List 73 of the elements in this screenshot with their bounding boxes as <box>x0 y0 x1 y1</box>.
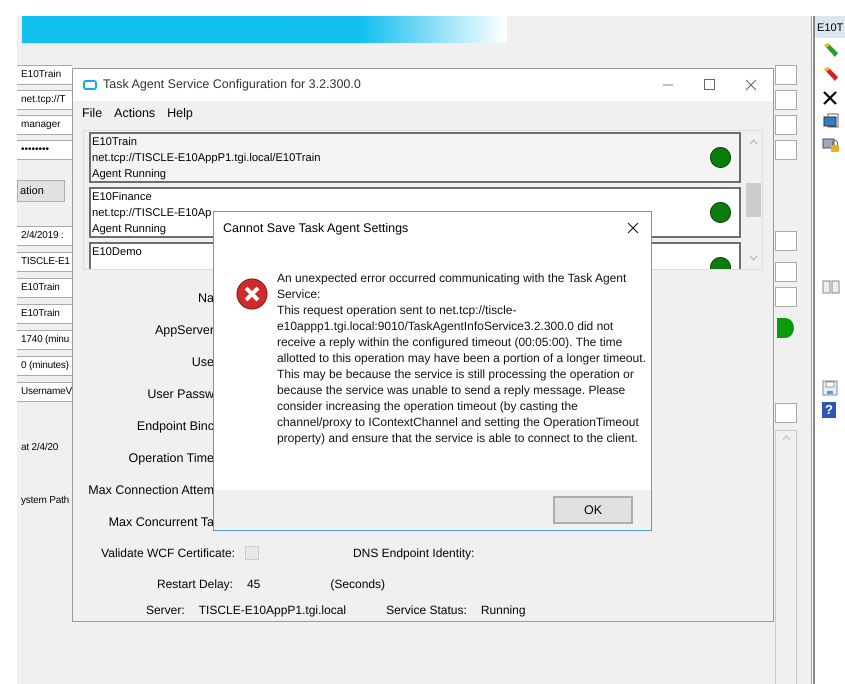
text-field[interactable]: TISCLE-E1 <box>17 252 72 272</box>
unit-label: (Seconds) <box>330 576 386 592</box>
partial-button[interactable]: ation <box>17 180 65 202</box>
dialog-title: Cannot Save Task Agent Settings <box>223 220 408 237</box>
text-field[interactable] <box>775 287 797 307</box>
agent-address: net.tcp://TISCLE-E10AppP1.tgi.local/E10Train <box>92 151 320 166</box>
window-title: Task Agent Service Configuration for 3.2.300.0 <box>103 76 361 94</box>
text-field[interactable] <box>775 231 797 251</box>
field-label: Server: <box>146 602 185 620</box>
info-text: ystem Path <box>20 494 70 508</box>
info-text: at 2/4/20 <box>20 441 60 455</box>
text-field[interactable] <box>775 115 797 135</box>
help-icon[interactable]: ? <box>822 402 836 418</box>
delete-icon[interactable] <box>822 90 838 106</box>
app-icon <box>83 80 97 90</box>
text-field[interactable]: 2/4/2019 : <box>17 226 72 246</box>
field-label: User Passw <box>147 386 214 403</box>
text-field[interactable] <box>775 140 797 160</box>
agent-name: E10Finance <box>92 190 152 206</box>
field-label: Operation Time <box>128 450 214 467</box>
scroll-down-icon[interactable] <box>749 254 758 261</box>
book-icon[interactable] <box>822 280 840 294</box>
scroll-up-icon[interactable] <box>749 139 758 146</box>
agent-item[interactable]: E10Train net.tcp://TISCLE-E10AppP1.tgi.local/E10Train Agent Running <box>89 132 741 184</box>
field-value: TISCLE-E10AppP1.tgi.local <box>198 602 346 620</box>
close-icon[interactable] <box>627 222 639 234</box>
agent-name: E10Train <box>92 135 137 150</box>
scroll-thumb[interactable] <box>746 183 761 218</box>
field-label: Endpoint Binc <box>136 418 214 435</box>
menu-item[interactable]: Actions <box>113 104 156 130</box>
monitor-icon[interactable] <box>822 112 840 130</box>
field-label: Max Connection Attem <box>88 482 214 499</box>
text-field[interactable]: •••••••• <box>17 140 72 160</box>
field-label: Restart Delay: <box>156 576 233 592</box>
menu-item[interactable]: Help <box>166 104 194 130</box>
agent-address: net.tcp://TISCLE-E10Ap <box>92 206 212 222</box>
save-icon[interactable] <box>822 380 838 396</box>
field-label: Na <box>198 290 214 307</box>
field-label: Use <box>192 354 214 371</box>
text-field[interactable]: manager <box>17 115 72 135</box>
field-label: AppServer <box>154 322 214 339</box>
text-field[interactable]: 0 (minutes) <box>17 356 72 376</box>
scroll-up-icon[interactable] <box>782 435 790 441</box>
field-label: DNS Endpoint Identity: <box>353 544 474 562</box>
text-field[interactable]: UsernameV <box>17 382 72 402</box>
field-value: Running <box>480 602 526 620</box>
text-field[interactable]: E10Train <box>17 278 72 298</box>
menu-item[interactable]: File <box>81 104 104 130</box>
maximize-icon[interactable] <box>704 79 715 90</box>
field-label: Validate WCF Certificate: <box>100 544 235 562</box>
text-field[interactable]: E10Train <box>17 65 72 85</box>
error-icon <box>236 278 268 310</box>
text-field[interactable]: 1740 (minu <box>17 330 72 350</box>
field-label: Max Concurrent Ta <box>108 514 214 531</box>
error-message: An unexpected error occurred communicating with the Task Agent Service: <box>277 270 628 302</box>
agent-status: Agent Running <box>92 167 166 182</box>
ok-button[interactable]: OK <box>553 496 633 524</box>
agent-name: E10Demo <box>92 245 142 260</box>
text-field[interactable] <box>775 262 797 282</box>
agent-status: Agent Running <box>92 222 166 238</box>
text-field[interactable]: E10Train <box>17 304 72 324</box>
monitor-lock-icon[interactable] <box>822 136 840 154</box>
panel-header: E10T <box>815 16 845 38</box>
status-blob-icon <box>777 318 795 338</box>
text-field[interactable] <box>775 90 797 110</box>
scrollbar[interactable] <box>775 430 797 684</box>
text-field[interactable] <box>775 65 797 85</box>
text-field[interactable] <box>775 403 797 423</box>
field-value: 45 <box>247 576 260 592</box>
field-label: Service Status: <box>386 602 467 620</box>
text-field[interactable]: net.tcp://T <box>17 90 72 110</box>
checkbox[interactable] <box>245 546 259 560</box>
error-message: This request operation sent to net.tcp://tiscle-e10appp1.tgi.local:9010/TaskAgentInfoService3.2.300.0 did not receive a reply within the configured timeout (00:05:00). The time allotted to this operation may have been a portion of a longer timeout. This may be because the service is still processing the operation or because the service was unable to send a reply message. Please consider increasing the operation timeout (by casting the channel/proxy to IContextChannel and setting the OperationTimeout property) and ensure that the service is able to connect to the client. <box>277 302 647 446</box>
